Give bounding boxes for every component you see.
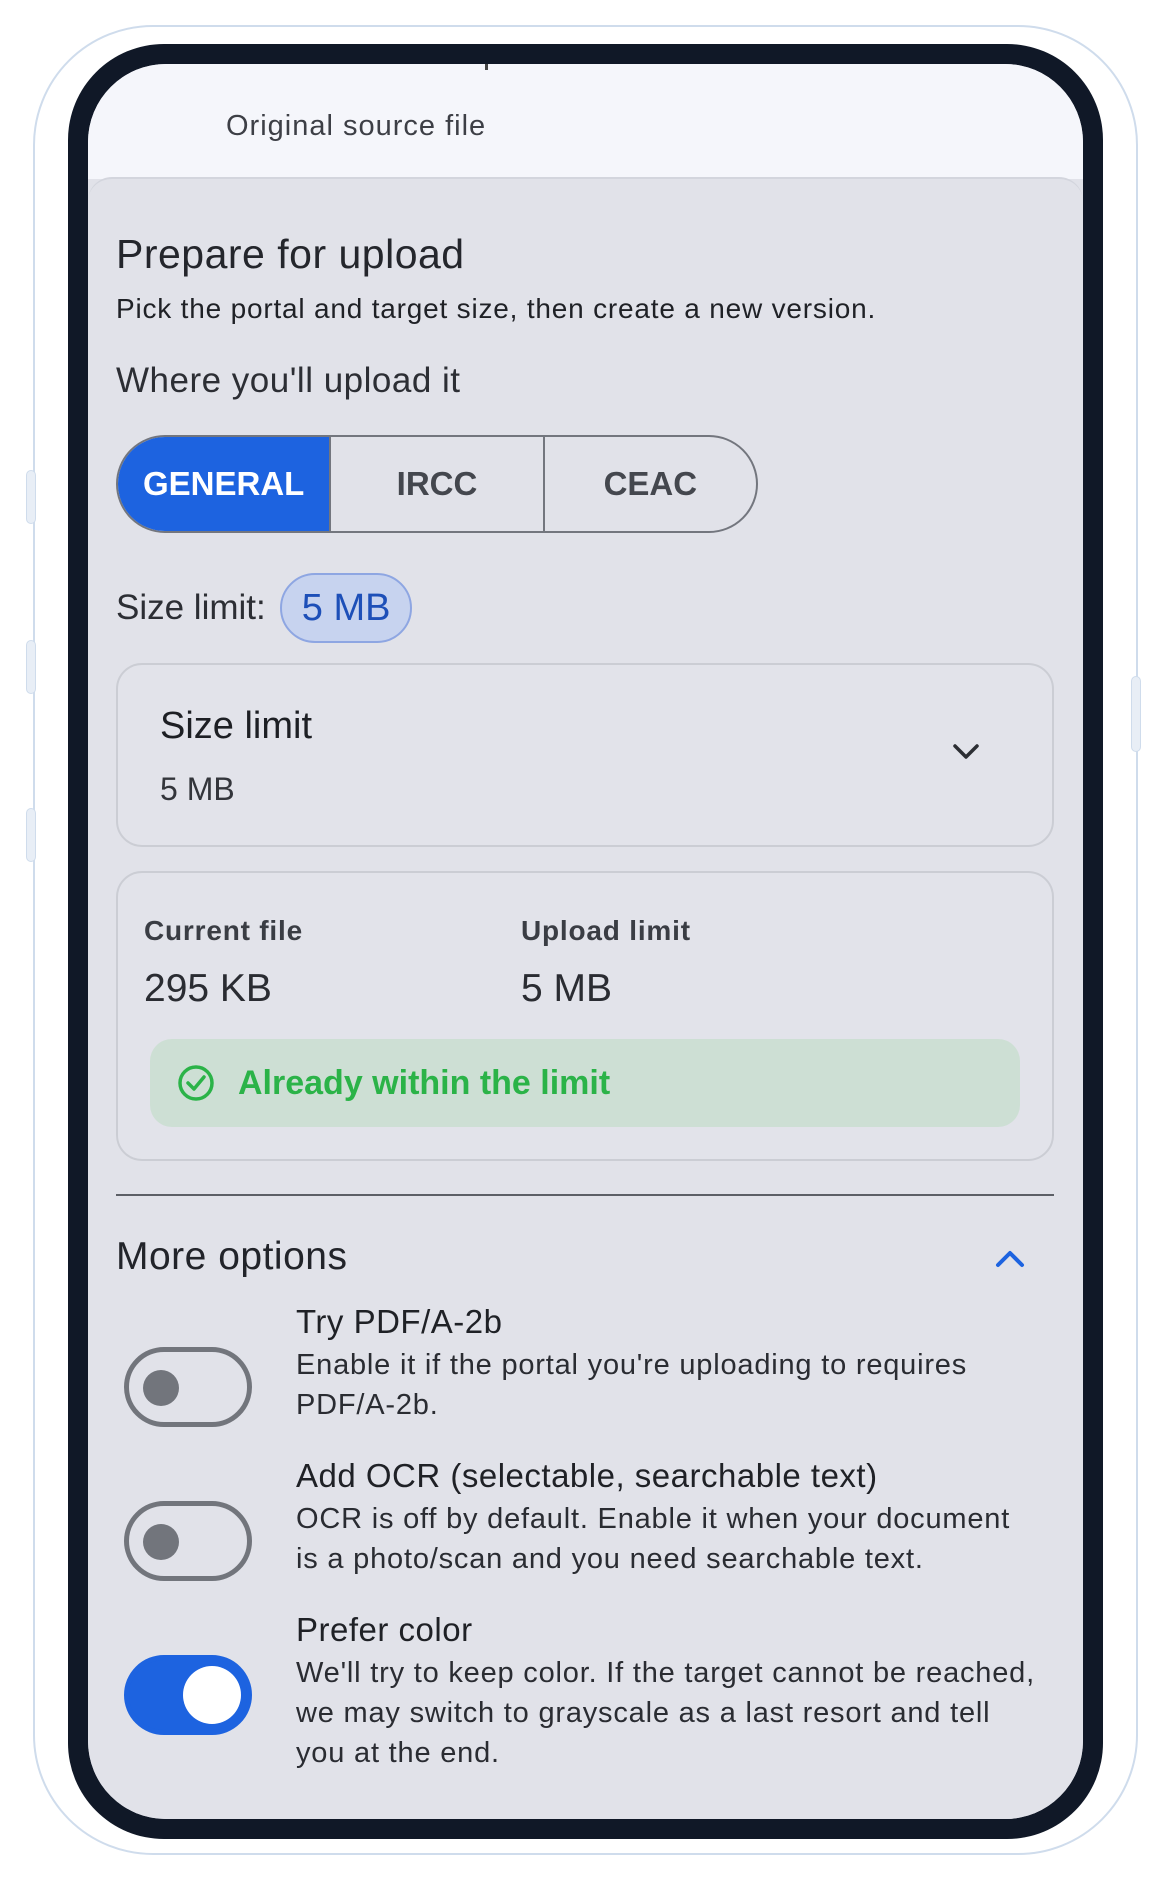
top-strip: Original source file (88, 64, 1083, 179)
file-size-summary: Current file 295 KB Upload limit 5 MB Al… (116, 871, 1054, 1161)
page-title: Prepare for upload (116, 231, 465, 277)
option-description: Enable it if the portal you're uploading… (296, 1349, 968, 1421)
upload-limit-label: Upload limit (521, 915, 691, 946)
toggle-knob (143, 1524, 179, 1560)
power-button (1131, 676, 1141, 752)
ocr-toggle[interactable] (124, 1501, 252, 1581)
portal-section-label: Where you'll upload it (116, 361, 461, 400)
upload-limit-value: 5 MB (521, 967, 613, 1010)
scroll-tick (485, 64, 488, 70)
portal-segmented-control: GENERAL IRCC CEAC (116, 435, 758, 533)
option-title: Add OCR (selectable, searchable text) (296, 1457, 878, 1494)
size-limit-chip: 5 MB (279, 573, 413, 643)
portal-option-ceac[interactable]: CEAC (545, 437, 756, 531)
side-button (26, 640, 36, 694)
prefer-color-toggle[interactable] (124, 1655, 252, 1735)
option-description: OCR is off by default. Enable it when yo… (296, 1503, 1011, 1575)
page-subtitle: Pick the portal and target size, then cr… (116, 293, 877, 324)
side-button (26, 808, 36, 862)
portal-option-ircc[interactable]: IRCC (331, 437, 545, 531)
toggle-knob (183, 1666, 241, 1724)
status-text: Already within the limit (238, 1063, 611, 1102)
portal-option-general[interactable]: GENERAL (118, 437, 332, 531)
size-limit-label: Size limit: (116, 588, 266, 627)
dropdown-value: 5 MB (160, 771, 235, 807)
size-limit-row: Size limit: 5 MB (116, 573, 413, 643)
size-limit-dropdown[interactable]: Size limit 5 MB (116, 663, 1054, 847)
current-file-label: Current file (144, 915, 303, 946)
check-circle-icon (178, 1065, 214, 1101)
source-file-label: Original source file (226, 110, 487, 142)
chevron-up-icon[interactable] (995, 1249, 1025, 1269)
toggle-knob (143, 1370, 179, 1406)
screen: Original source file Prepare for upload … (88, 64, 1083, 1819)
side-button (26, 470, 36, 524)
chevron-down-icon (953, 744, 979, 759)
option-description: We'll try to keep color. If the target c… (296, 1657, 1035, 1769)
option-title: Try PDF/A-2b (296, 1303, 503, 1340)
pdfa-toggle[interactable] (124, 1347, 252, 1427)
upload-card: Prepare for upload Pick the portal and t… (88, 177, 1083, 1819)
current-file-value: 295 KB (144, 967, 272, 1010)
section-divider (116, 1194, 1054, 1196)
option-title: Prefer color (296, 1611, 473, 1648)
dropdown-label: Size limit (160, 705, 313, 747)
more-options-title: More options (116, 1235, 348, 1278)
status-banner: Already within the limit (150, 1039, 1020, 1127)
